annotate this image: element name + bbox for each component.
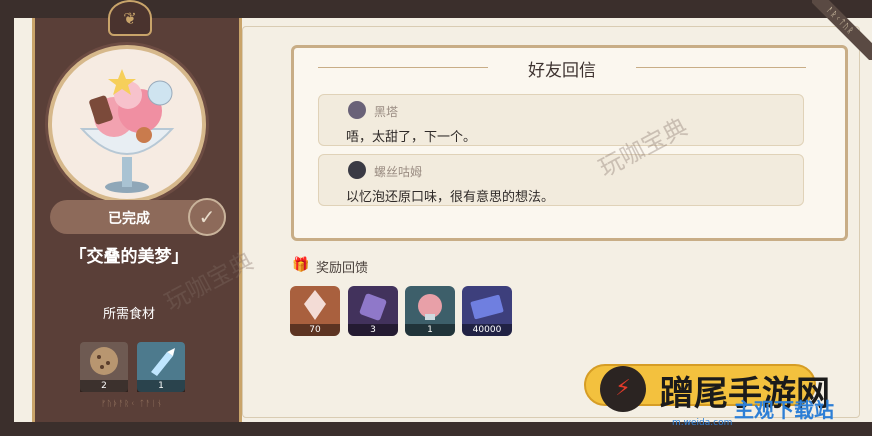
check-icon: ✓: [188, 198, 226, 236]
reward-item[interactable]: 70: [290, 286, 340, 336]
wheat-emblem-icon: ❦: [108, 0, 152, 36]
panel-footer-rune: ᚠᚢᚦᚨᚱᚲ ᛏᚨᛁᚾ: [101, 399, 163, 408]
frame-bottom: [0, 422, 872, 436]
reward-count: 3: [348, 324, 398, 336]
dessert-icon: [79, 69, 175, 193]
reward-item[interactable]: 1: [405, 286, 455, 336]
ingredient-count: 1: [137, 380, 185, 392]
reply-title: 好友回信: [528, 61, 596, 81]
avatar: [348, 101, 366, 119]
cookie-icon: [90, 347, 118, 375]
message-sender: 黑塔: [374, 105, 399, 119]
watermark-logo-icon: ⚡: [600, 366, 646, 412]
reward-count: 1: [405, 324, 455, 336]
frame-left: [0, 0, 14, 436]
credit-reward-icon: [470, 294, 504, 320]
reward-count: 70: [290, 324, 340, 336]
avatar: [348, 161, 366, 179]
dish-image: [48, 45, 206, 203]
reward-item[interactable]: 3: [348, 286, 398, 336]
food-reward-icon: [418, 294, 442, 320]
gift-icon: 🎁: [292, 257, 310, 273]
message-text: 唔，太甜了，下一个。: [346, 130, 477, 145]
rewards-label: 奖励回馈: [316, 261, 369, 276]
message-sender: 螺丝咕姆: [374, 165, 423, 179]
status-label: 已完成: [108, 211, 150, 227]
material-reward-icon: [359, 293, 387, 321]
ingredient-item[interactable]: 2: [80, 342, 128, 392]
message-text: 以忆泡还原口味，很有意思的想法。: [346, 190, 555, 205]
ingredient-count: 2: [80, 380, 128, 392]
watermark-subtext: 主观下载站: [734, 398, 834, 422]
ingredient-item[interactable]: 1: [137, 342, 185, 392]
crystal-reward-icon: [304, 290, 326, 320]
dish-name: 「交叠的美梦」: [69, 247, 189, 267]
reward-item[interactable]: 40000: [462, 286, 512, 336]
crystal-icon: [151, 348, 175, 376]
watermark-url: m.weida.com: [672, 418, 733, 428]
reward-count: 40000: [462, 324, 512, 336]
